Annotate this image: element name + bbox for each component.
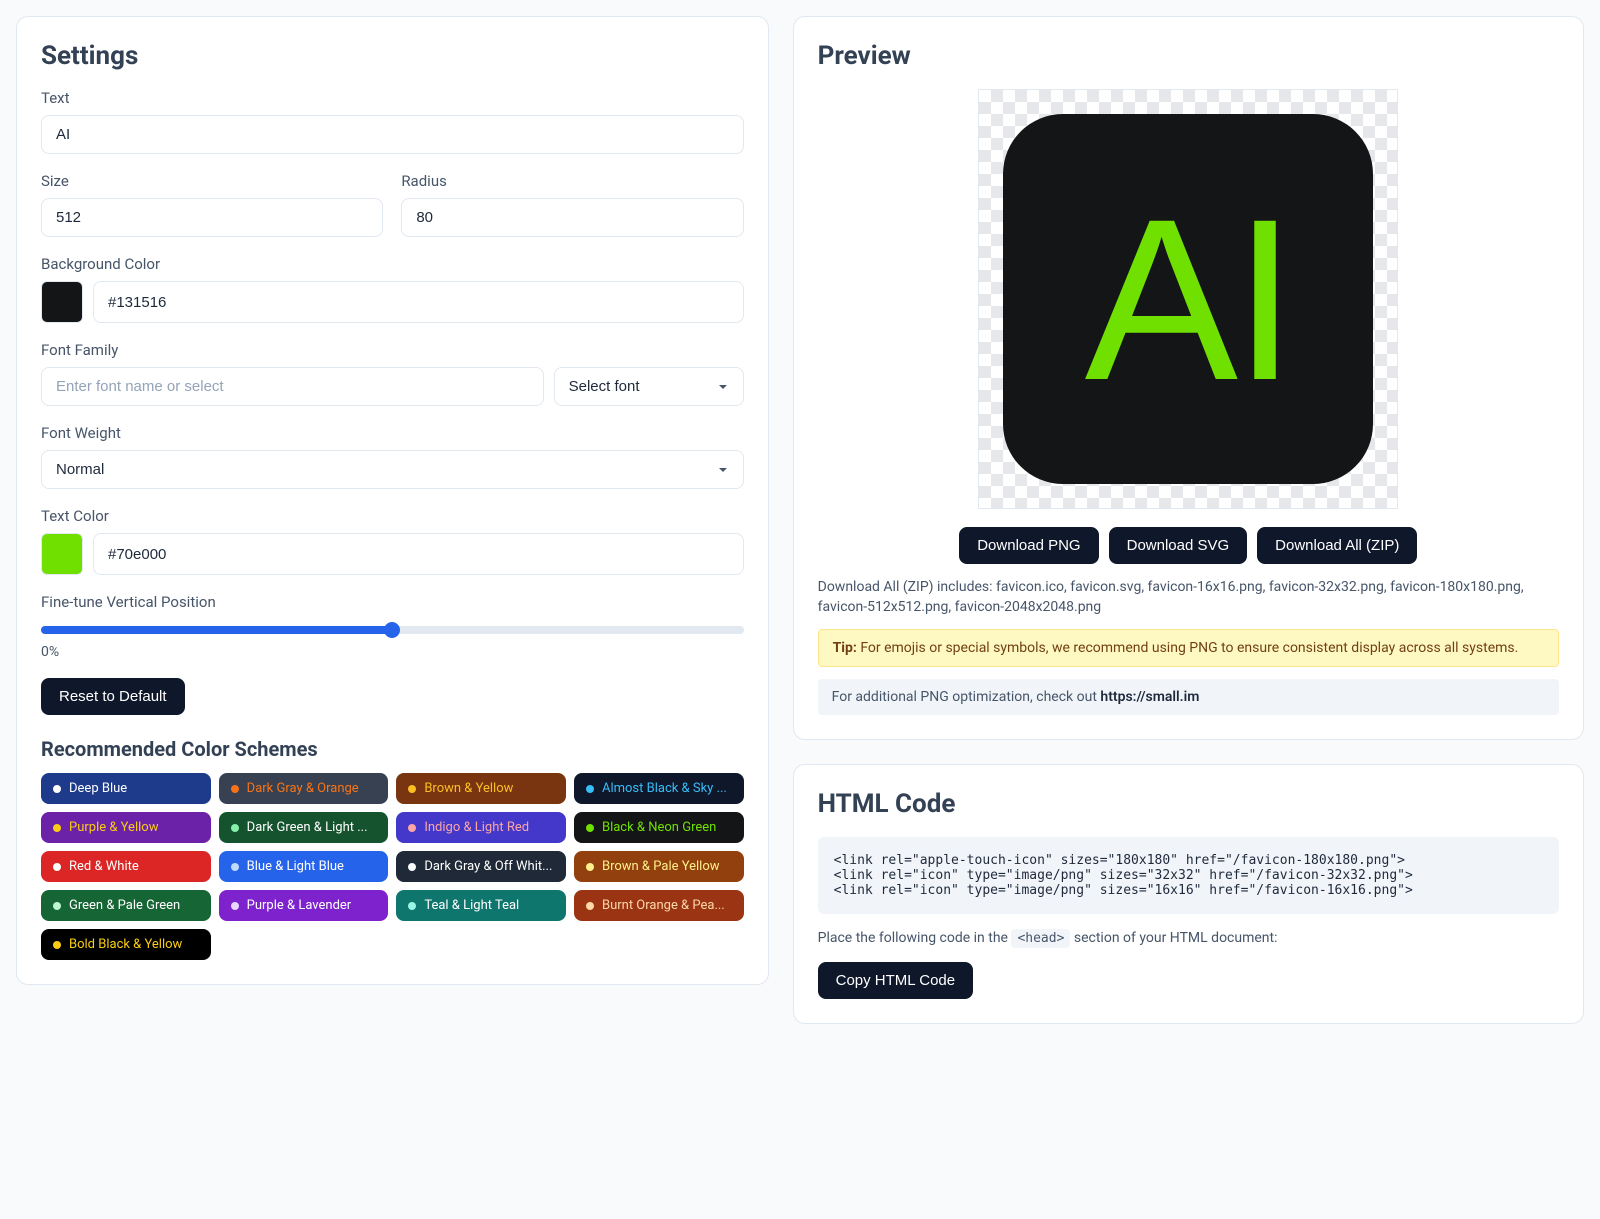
scheme-pill-3[interactable]: Almost Black & Sky ...	[574, 773, 744, 804]
download-png-button[interactable]: Download PNG	[959, 527, 1098, 564]
scheme-dot-icon	[53, 785, 61, 793]
scheme-dot-icon	[586, 785, 594, 793]
scheme-dot-icon	[586, 824, 594, 832]
scheme-label: Purple & Yellow	[69, 820, 158, 835]
scheme-pill-4[interactable]: Purple & Yellow	[41, 812, 211, 843]
vpos-slider[interactable]	[41, 626, 744, 634]
favicon-preview: AI	[1003, 114, 1373, 484]
schemes-title: Recommended Color Schemes	[41, 737, 744, 761]
tip-prefix: Tip:	[833, 640, 857, 656]
scheme-pill-7[interactable]: Black & Neon Green	[574, 812, 744, 843]
scheme-pill-11[interactable]: Brown & Pale Yellow	[574, 851, 744, 882]
scheme-pill-8[interactable]: Red & White	[41, 851, 211, 882]
tip-box: Tip: For emojis or special symbols, we r…	[818, 629, 1559, 667]
optimization-link[interactable]: https://small.im	[1100, 689, 1199, 705]
scheme-pill-13[interactable]: Purple & Lavender	[219, 890, 389, 921]
text-label: Text	[41, 89, 744, 107]
scheme-pill-14[interactable]: Teal & Light Teal	[396, 890, 566, 921]
scheme-label: Bold Black & Yellow	[69, 937, 182, 952]
font-family-select[interactable]: Select font	[554, 367, 744, 406]
scheme-label: Brown & Yellow	[424, 781, 513, 796]
scheme-label: Dark Gray & Off Whit...	[424, 859, 552, 874]
scheme-label: Dark Gray & Orange	[247, 781, 359, 796]
scheme-label: Red & White	[69, 859, 139, 874]
scheme-label: Teal & Light Teal	[424, 898, 519, 913]
favicon-text: AI	[1085, 167, 1292, 432]
bg-color-label: Background Color	[41, 255, 744, 273]
scheme-pill-15[interactable]: Burnt Orange & Pea...	[574, 890, 744, 921]
text-color-swatch[interactable]	[41, 533, 83, 575]
scheme-dot-icon	[53, 863, 61, 871]
scheme-label: Blue & Light Blue	[247, 859, 344, 874]
preview-title: Preview	[818, 41, 1559, 71]
scheme-dot-icon	[408, 863, 416, 871]
scheme-pill-10[interactable]: Dark Gray & Off Whit...	[396, 851, 566, 882]
settings-panel: Settings Text Size Radius Background Col…	[16, 16, 769, 985]
radius-label: Radius	[401, 172, 743, 190]
scheme-dot-icon	[53, 941, 61, 949]
font-weight-label: Font Weight	[41, 424, 744, 442]
scheme-pill-9[interactable]: Blue & Light Blue	[219, 851, 389, 882]
scheme-dot-icon	[408, 785, 416, 793]
radius-input[interactable]	[401, 198, 743, 237]
html-code-note: Place the following code in the <head> s…	[818, 930, 1559, 946]
download-zip-button[interactable]: Download All (ZIP)	[1257, 527, 1417, 564]
scheme-dot-icon	[53, 824, 61, 832]
optimization-note: For additional PNG optimization, check o…	[818, 679, 1559, 715]
scheme-pill-6[interactable]: Indigo & Light Red	[396, 812, 566, 843]
scheme-pill-1[interactable]: Dark Gray & Orange	[219, 773, 389, 804]
scheme-label: Dark Green & Light ...	[247, 820, 368, 835]
scheme-label: Indigo & Light Red	[424, 820, 529, 835]
vpos-value: 0%	[41, 644, 744, 660]
vpos-label: Fine-tune Vertical Position	[41, 593, 744, 611]
bg-color-swatch[interactable]	[41, 281, 83, 323]
zip-note: Download All (ZIP) includes: favicon.ico…	[818, 578, 1559, 617]
scheme-dot-icon	[231, 785, 239, 793]
font-family-input[interactable]	[41, 367, 544, 406]
bg-color-input[interactable]	[93, 281, 744, 323]
scheme-pill-0[interactable]: Deep Blue	[41, 773, 211, 804]
scheme-dot-icon	[231, 902, 239, 910]
scheme-label: Black & Neon Green	[602, 820, 716, 835]
download-svg-button[interactable]: Download SVG	[1109, 527, 1248, 564]
scheme-pill-12[interactable]: Green & Pale Green	[41, 890, 211, 921]
scheme-pill-2[interactable]: Brown & Yellow	[396, 773, 566, 804]
html-code-panel: HTML Code <link rel="apple-touch-icon" s…	[793, 764, 1584, 1024]
preview-checker: AI	[978, 89, 1398, 509]
text-color-input[interactable]	[93, 533, 744, 575]
scheme-pill-5[interactable]: Dark Green & Light ...	[219, 812, 389, 843]
html-code-title: HTML Code	[818, 789, 1559, 819]
scheme-pill-16[interactable]: Bold Black & Yellow	[41, 929, 211, 960]
scheme-dot-icon	[408, 902, 416, 910]
scheme-dot-icon	[53, 902, 61, 910]
settings-title: Settings	[41, 41, 744, 71]
font-weight-select[interactable]: Normal	[41, 450, 744, 489]
reset-button[interactable]: Reset to Default	[41, 678, 185, 715]
size-label: Size	[41, 172, 383, 190]
scheme-label: Green & Pale Green	[69, 898, 180, 913]
scheme-label: Burnt Orange & Pea...	[602, 898, 725, 913]
head-tag: <head>	[1011, 929, 1070, 948]
scheme-dot-icon	[231, 824, 239, 832]
copy-html-button[interactable]: Copy HTML Code	[818, 962, 974, 999]
scheme-label: Deep Blue	[69, 781, 127, 796]
tip-text: For emojis or special symbols, we recomm…	[860, 640, 1518, 656]
scheme-label: Brown & Pale Yellow	[602, 859, 720, 874]
text-input[interactable]	[41, 115, 744, 154]
size-input[interactable]	[41, 198, 383, 237]
html-code-block[interactable]: <link rel="apple-touch-icon" sizes="180x…	[818, 837, 1559, 914]
scheme-dot-icon	[586, 902, 594, 910]
scheme-dot-icon	[408, 824, 416, 832]
scheme-label: Purple & Lavender	[247, 898, 352, 913]
preview-panel: Preview AI Download PNG Download SVG Dow…	[793, 16, 1584, 740]
scheme-dot-icon	[231, 863, 239, 871]
text-color-label: Text Color	[41, 507, 744, 525]
scheme-dot-icon	[586, 863, 594, 871]
scheme-label: Almost Black & Sky ...	[602, 781, 727, 796]
font-family-label: Font Family	[41, 341, 744, 359]
